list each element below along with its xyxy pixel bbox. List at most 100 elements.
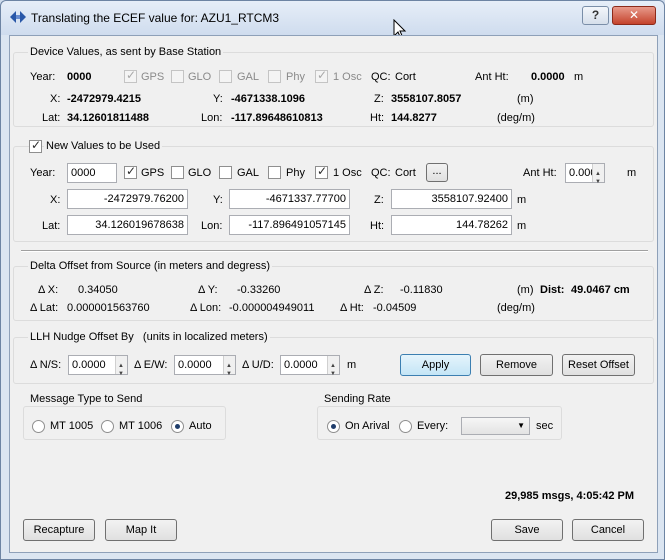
on-arrival-radio[interactable] [327, 420, 340, 433]
device-osc-checkbox: ✓ [315, 68, 328, 83]
device-ant-unit: m [574, 71, 584, 83]
new-year-input[interactable]: 0000 [67, 163, 117, 183]
new-osc-label: 1 Osc [333, 167, 362, 179]
nudge-ns-value: 0.0000 [72, 359, 106, 371]
close-button[interactable]: ✕ [612, 6, 656, 25]
new-x-input[interactable]: -2472979.76200 [67, 189, 188, 209]
device-glo-checkbox [171, 70, 184, 83]
apply-button[interactable]: Apply [400, 354, 471, 376]
nudge-m-unit: m [347, 359, 357, 371]
on-arrival-label[interactable]: On Arival [345, 420, 390, 432]
new-gal-checkbox[interactable] [219, 166, 232, 179]
rate-interval-dropdown[interactable]: ▼ [461, 417, 530, 435]
device-y-value: -4671338.1096 [231, 93, 306, 105]
new-qc-value: Cort [395, 167, 416, 179]
new-lon-label: Lon: [201, 220, 223, 232]
nudge-ud-label: Δ U/D: [242, 359, 274, 371]
spin-down-icon[interactable]: ▼ [118, 365, 124, 383]
delta-z-label: Δ Z: [364, 284, 384, 296]
delta-ht-value: -0.04509 [373, 302, 417, 314]
device-x-value: -2472979.4215 [67, 93, 142, 105]
new-gps-checkbox[interactable]: ✓ [124, 164, 137, 179]
device-ht-label: Ht: [370, 112, 385, 124]
new-ant-spinner[interactable]: ▲ ▼ [592, 164, 604, 185]
spin-down-icon[interactable]: ▼ [226, 365, 232, 383]
nudge-ud-value: 0.0000 [284, 359, 318, 371]
mt1005-radio[interactable] [32, 420, 45, 433]
device-phy-checkbox [268, 70, 281, 83]
mt1006-label[interactable]: MT 1006 [119, 420, 162, 432]
device-osc-label: 1 Osc [333, 71, 362, 83]
new-phy-label: Phy [286, 167, 305, 179]
new-z-input[interactable]: 3558107.92400 [391, 189, 512, 209]
llh-nudge-title-text: LLH Nudge Offset By [30, 331, 134, 343]
new-ant-input[interactable]: 0.0000 ▲ ▼ [565, 163, 605, 185]
new-ht-label: Ht: [370, 220, 385, 232]
app-diamond-icon [10, 11, 26, 23]
qc-browse-button[interactable]: ... [426, 163, 448, 182]
delta-z-value: -0.11830 [400, 284, 443, 296]
every-radio[interactable] [399, 420, 412, 433]
auto-radio[interactable] [171, 420, 184, 433]
new-lon-input[interactable]: -117.896491057145 [229, 215, 350, 235]
nudge-ns-input[interactable]: 0.0000 ▲ ▼ [68, 355, 128, 377]
save-button[interactable]: Save [491, 519, 563, 541]
section-divider [21, 250, 648, 252]
delta-x-label: Δ X: [38, 284, 59, 296]
device-gal-label: GAL [237, 71, 260, 83]
new-lat-input[interactable]: 34.126019678638 [67, 215, 188, 235]
auto-label[interactable]: Auto [189, 420, 212, 432]
nudge-ns-label: Δ N/S: [30, 359, 62, 371]
mt1006-radio[interactable] [101, 420, 114, 433]
llh-nudge-subtitle: (units in localized meters) [142, 331, 268, 343]
new-osc-checkbox[interactable]: ✓ [315, 164, 328, 179]
every-label[interactable]: Every: [417, 420, 448, 432]
spin-down-icon[interactable]: ▼ [330, 365, 336, 383]
device-ant-value: 0.0000 [531, 71, 565, 83]
new-phy-checkbox[interactable] [268, 166, 281, 179]
device-gal-checkbox [219, 70, 232, 83]
recapture-button[interactable]: Recapture [23, 519, 95, 541]
nudge-ud-input[interactable]: 0.0000 ▲ ▼ [280, 355, 340, 377]
new-xyz-unit: m [517, 194, 527, 206]
device-lon-label: Lon: [201, 112, 223, 124]
mt1005-label[interactable]: MT 1005 [50, 420, 93, 432]
llh-nudge-title: LLH Nudge Offset By (units in localized … [28, 331, 270, 343]
device-xyz-unit: (m) [517, 93, 534, 105]
nudge-ns-spinner[interactable]: ▲ ▼ [115, 356, 127, 377]
new-y-input[interactable]: -4671337.77700 [229, 189, 350, 209]
cancel-button[interactable]: Cancel [572, 519, 644, 541]
new-ant-unit: m [627, 167, 637, 179]
use-new-values-checkbox[interactable]: ✓ [29, 138, 42, 153]
title-bar[interactable]: Translating the ECEF value for: AZU1_RTC… [1, 1, 664, 35]
nudge-ew-label: Δ E/W: [134, 359, 168, 371]
help-button[interactable]: ? [582, 6, 609, 25]
new-x-label: X: [50, 194, 61, 206]
device-lon-value: -117.89648610813 [231, 112, 323, 124]
device-year-label: Year: [30, 71, 56, 83]
device-z-label: Z: [374, 93, 384, 105]
new-ht-input[interactable]: 144.78262 [391, 215, 512, 235]
nudge-ew-input[interactable]: 0.0000 ▲ ▼ [174, 355, 236, 377]
new-y-label: Y: [213, 194, 223, 206]
nudge-ud-spinner[interactable]: ▲ ▼ [327, 356, 339, 377]
chevron-down-icon[interactable]: ▼ [517, 421, 525, 430]
new-glo-checkbox[interactable] [171, 166, 184, 179]
remove-button[interactable]: Remove [480, 354, 553, 376]
delta-m-unit: (m) [517, 284, 534, 296]
spin-down-icon[interactable]: ▼ [595, 173, 601, 191]
new-values-title[interactable]: New Values to be Used [44, 140, 163, 152]
nudge-ew-value: 0.0000 [178, 359, 212, 371]
reset-offset-button[interactable]: Reset Offset [562, 354, 635, 376]
sending-rate-title: Sending Rate [322, 393, 393, 405]
sec-label: sec [536, 420, 554, 432]
device-gps-checkbox: ✓ [124, 68, 137, 83]
map-it-button[interactable]: Map It [105, 519, 177, 541]
device-values-title: Device Values, as sent by Base Station [28, 46, 224, 58]
nudge-ew-spinner[interactable]: ▲ ▼ [223, 356, 235, 377]
device-ant-label: Ant Ht: [475, 71, 509, 83]
delta-lat-value: 0.000001563760 [67, 302, 150, 314]
message-type-title: Message Type to Send [28, 393, 145, 405]
new-year-label: Year: [30, 167, 56, 179]
delta-dist-value: 49.0467 cm [571, 284, 630, 296]
